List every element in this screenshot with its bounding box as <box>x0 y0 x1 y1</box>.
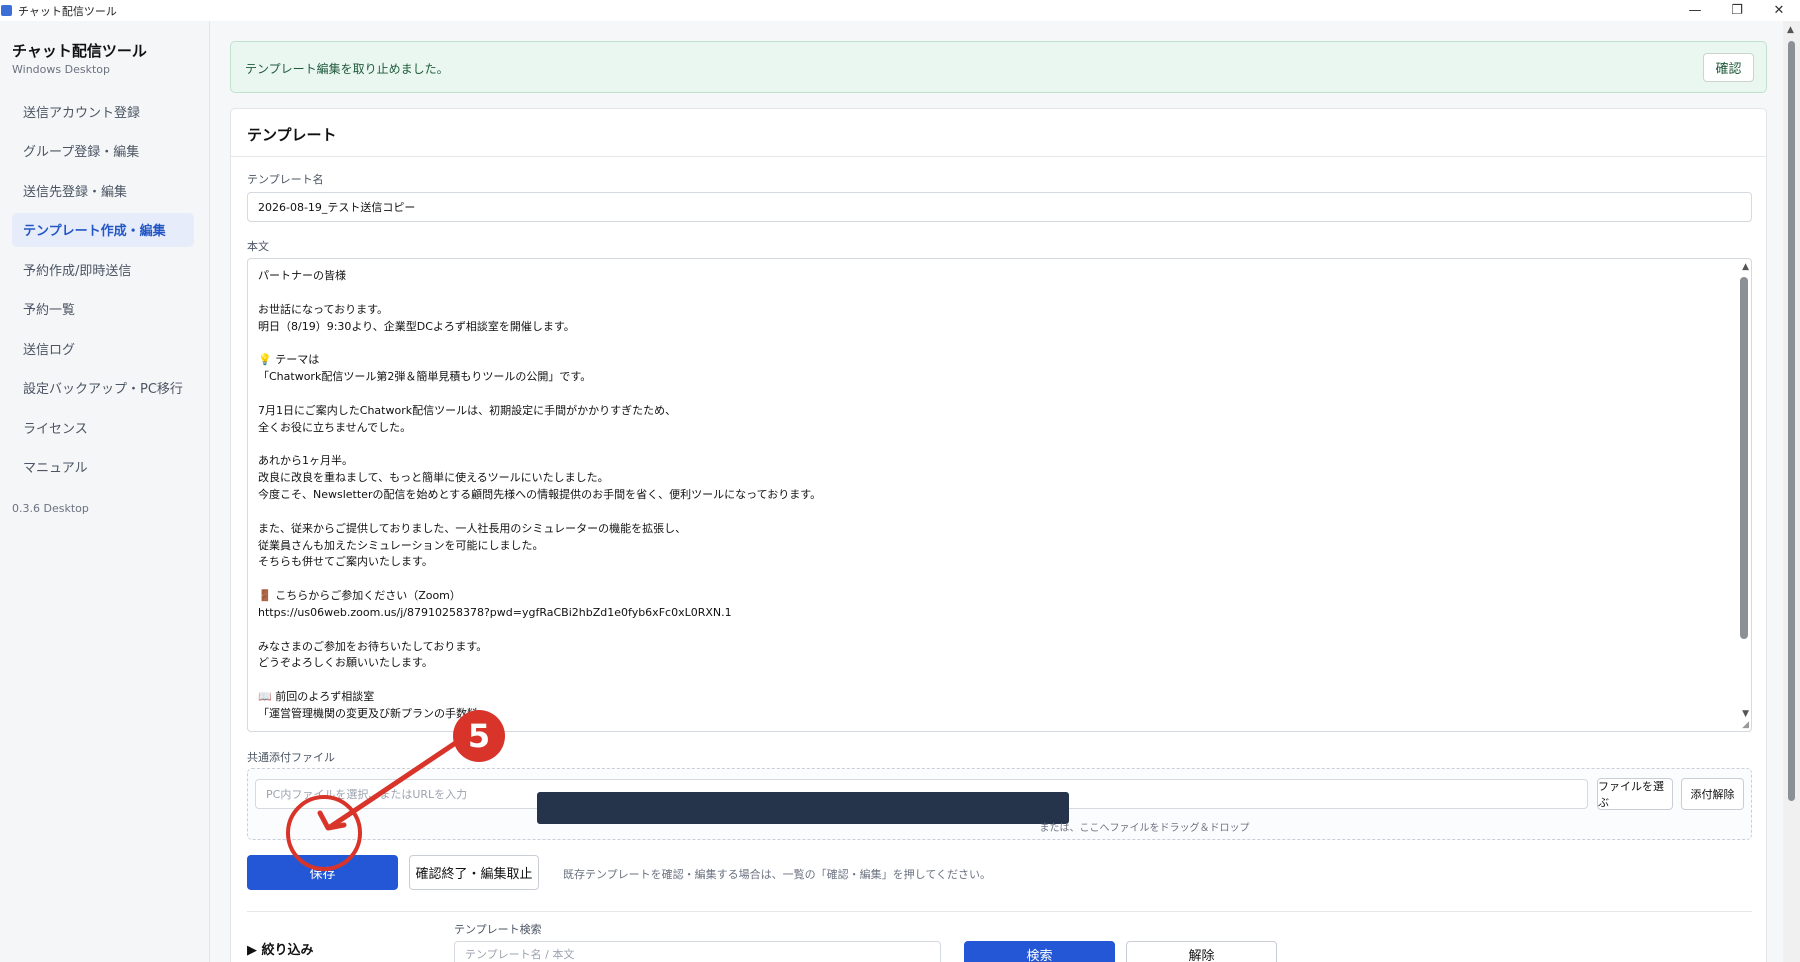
edit-hint: 既存テンプレートを確認・編集する場合は、一覧の「確認・編集」を押してください。 <box>563 868 992 881</box>
cancel-edit-button[interactable]: 確認終了・編集取止 <box>409 855 539 890</box>
scroll-up-arrow-icon[interactable]: ▲ <box>1742 262 1749 272</box>
template-name-input[interactable]: 2026-08-19_テスト送信コピー <box>247 192 1752 222</box>
window-controls: — ❐ ✕ <box>1674 0 1800 21</box>
choose-file-button[interactable]: ファイルを選ぶ <box>1597 778 1673 810</box>
sidebar-item-templates[interactable]: テンプレート作成・編集 <box>12 212 194 247</box>
window-title: チャット配信ツール <box>18 4 117 18</box>
resize-grip-icon[interactable]: ◢ <box>1742 720 1749 730</box>
body-text: パートナーの皆様 お世話になっております。 明日（8/19）9:30より、企業型… <box>258 269 822 720</box>
card-title: テンプレート <box>247 126 337 144</box>
page-scroll-up-icon[interactable]: ▲ <box>1787 25 1794 35</box>
template-search-label: テンプレート検索 <box>454 923 542 936</box>
scroll-down-arrow-icon[interactable]: ▼ <box>1742 709 1749 719</box>
minimize-button[interactable]: — <box>1674 0 1716 21</box>
template-search-input[interactable]: テンプレート名 / 本文 <box>454 941 941 962</box>
body-label: 本文 <box>247 240 269 253</box>
sidebar-item-schedule-list[interactable]: 予約一覧 <box>12 292 194 326</box>
app-version: 0.3.6 Desktop <box>12 502 89 515</box>
body-textarea[interactable]: パートナーの皆様 お世話になっております。 明日（8/19）9:30より、企業型… <box>247 258 1752 732</box>
body-scrollbar[interactable]: ▲ ▼ <box>1737 259 1751 731</box>
main-content: テンプレート編集を取り止めました。 確認 テンプレート テンプレート名 2026… <box>211 21 1781 962</box>
sidebar-nav: 送信アカウント登録 グループ登録・編集 送信先登録・編集 テンプレート作成・編集… <box>12 94 194 489</box>
sidebar-item-groups[interactable]: グループ登録・編集 <box>12 134 194 168</box>
alert-confirm-button[interactable]: 確認 <box>1703 53 1754 82</box>
app-subtitle: Windows Desktop <box>12 63 110 76</box>
attach-label: 共通添付ファイル <box>247 751 335 764</box>
alert-message: テンプレート編集を取り止めました。 <box>245 62 449 76</box>
template-card: テンプレート テンプレート名 2026-08-19_テスト送信コピー 本文 パー… <box>230 108 1767 962</box>
attach-dropzone[interactable]: PC内ファイルを選択、またはURLを入力 ファイルを選ぶ 添付解除 または、ここ… <box>247 768 1752 840</box>
card-divider <box>231 156 1766 157</box>
sidebar-item-manual[interactable]: マニュアル <box>12 450 194 484</box>
page-scroll-thumb[interactable] <box>1788 41 1795 801</box>
clear-search-button[interactable]: 解除 <box>1126 941 1277 962</box>
app-title: チャット配信ツール <box>12 42 147 60</box>
sidebar-item-recipients[interactable]: 送信先登録・編集 <box>12 173 194 207</box>
step-badge: 5 <box>453 710 505 762</box>
template-name-label: テンプレート名 <box>247 173 324 186</box>
sidebar-item-send-log[interactable]: 送信ログ <box>12 331 194 365</box>
sidebar-item-schedule[interactable]: 予約作成/即時送信 <box>12 252 194 286</box>
maximize-button[interactable]: ❐ <box>1716 0 1758 21</box>
filter-toggle[interactable]: ▶ 絞り込み <box>247 939 314 958</box>
sidebar-item-license[interactable]: ライセンス <box>12 410 194 444</box>
remove-attach-button[interactable]: 添付解除 <box>1681 778 1744 810</box>
save-button[interactable]: 保存 <box>247 855 398 890</box>
close-button[interactable]: ✕ <box>1758 0 1800 21</box>
sidebar: チャット配信ツール Windows Desktop 送信アカウント登録 グループ… <box>0 21 210 962</box>
page-scrollbar[interactable]: ▲ <box>1783 21 1800 962</box>
status-alert: テンプレート編集を取り止めました。 確認 <box>230 41 1767 93</box>
title-bar: チャット配信ツール — ❐ ✕ <box>0 0 1800 21</box>
drop-hint: または、ここへファイルをドラッグ＆ドロップ <box>1039 823 1250 834</box>
app-icon <box>1 5 12 16</box>
sidebar-item-accounts[interactable]: 送信アカウント登録 <box>12 94 194 128</box>
search-button[interactable]: 検索 <box>964 941 1115 962</box>
body-scroll-thumb[interactable] <box>1740 277 1748 639</box>
section-divider <box>247 911 1752 912</box>
sidebar-item-backup[interactable]: 設定バックアップ・PC移行 <box>12 371 194 405</box>
